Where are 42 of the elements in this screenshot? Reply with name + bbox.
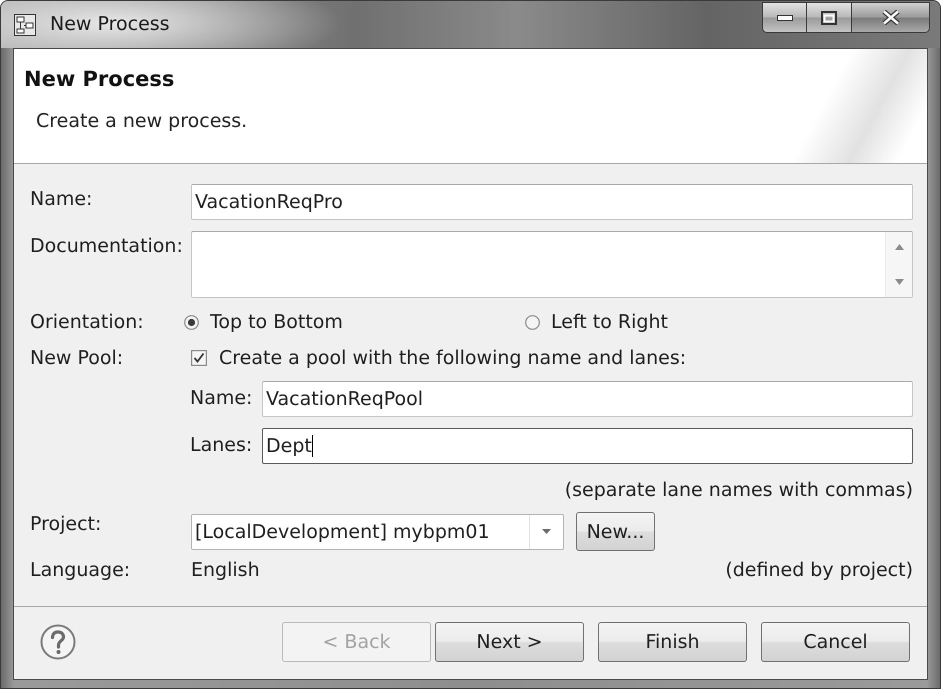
radio-label: Top to Bottom [210, 311, 343, 333]
minimize-button[interactable] [762, 2, 807, 33]
window-title: New Process [50, 12, 170, 36]
field-label: New Pool: [30, 347, 124, 369]
field-label: Name: [190, 386, 254, 409]
documentation-field[interactable] [191, 231, 913, 298]
field-label: Documentation: [30, 234, 184, 257]
maximize-button[interactable] [807, 2, 852, 33]
scroll-down-arrow-icon[interactable] [894, 279, 904, 285]
language-value: English [191, 559, 260, 581]
field-label: Name: [30, 187, 94, 210]
finish-button[interactable]: Finish [598, 622, 747, 662]
checkbox-label: Create a pool with the following name and lanes: [219, 347, 686, 369]
close-icon [882, 10, 900, 25]
scrollbar[interactable] [885, 232, 912, 297]
caret-icon[interactable] [542, 529, 551, 534]
field-label: Project: [30, 512, 102, 535]
pool-name-field[interactable]: VacationReqPool [262, 381, 913, 417]
next-button[interactable]: Next > [435, 622, 584, 662]
language-note: (defined by project) [725, 559, 913, 581]
new-project-button[interactable]: New... [576, 512, 655, 551]
radio-button[interactable] [525, 314, 540, 330]
maximize-icon [821, 10, 837, 24]
field-label: Lanes: [190, 433, 254, 456]
hint-text: (separate lane names with commas) [564, 479, 913, 501]
field-label: Language: [30, 559, 132, 581]
scroll-up-arrow-icon[interactable] [894, 244, 904, 250]
radio-button[interactable] [184, 314, 199, 330]
project-dropdown[interactable]: [LocalDevelopment] mybpm01 [191, 514, 564, 550]
cancel-button[interactable]: Cancel [761, 622, 910, 662]
minimize-icon [776, 14, 792, 20]
page-title: New Process [24, 67, 176, 91]
lanes-field[interactable]: Dept [262, 428, 913, 464]
field-label: Orientation: [30, 311, 145, 333]
text-cursor-icon [312, 435, 313, 457]
checkbox[interactable] [191, 350, 207, 366]
diagram-icon [14, 14, 36, 36]
help-icon[interactable] [40, 624, 76, 660]
close-button[interactable] [852, 2, 930, 33]
page-description: Create a new process. [36, 110, 248, 132]
radio-label: Left to Right [551, 311, 668, 333]
name-field[interactable]: VacationReqPro [191, 184, 913, 220]
